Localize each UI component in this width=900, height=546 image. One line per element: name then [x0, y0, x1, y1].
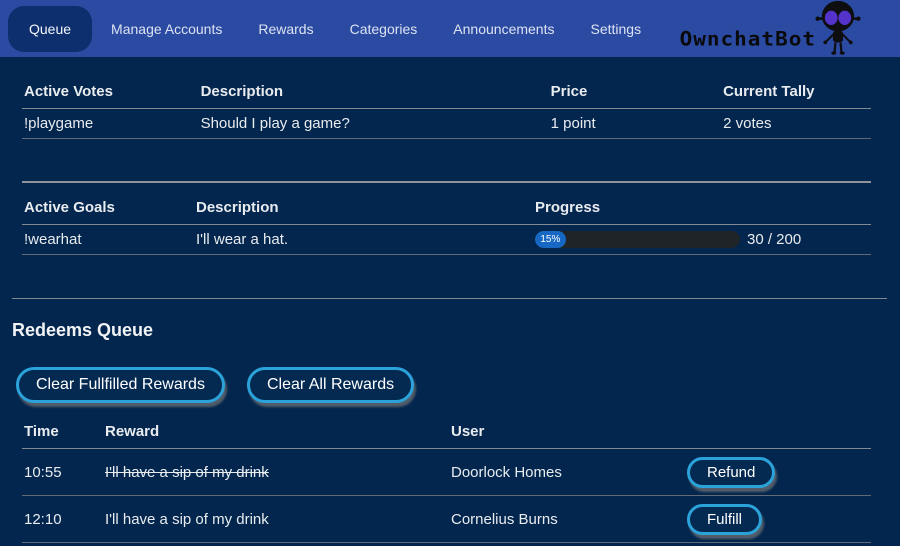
table-row: 12:10 I'll have a sip of my drink Cornel… — [22, 496, 871, 543]
table-row: 10:55 I'll have a sip of my drink Doorlo… — [22, 449, 871, 496]
redeem-user: Doorlock Homes — [449, 449, 685, 496]
tab-manage-accounts[interactable]: Manage Accounts — [94, 12, 239, 46]
clear-fulfilled-rewards-button[interactable]: Clear Fullfilled Rewards — [16, 367, 225, 403]
clear-all-rewards-button[interactable]: Clear All Rewards — [247, 367, 414, 403]
redeems-queue-table: Time Reward User 10:55 I'll have a sip o… — [22, 417, 871, 543]
redeems-col-reward: Reward — [103, 417, 449, 449]
redeem-reward: I'll have a sip of my drink — [103, 496, 449, 543]
redeem-time: 10:55 — [22, 449, 103, 496]
redeems-col-action — [685, 417, 871, 449]
redeems-col-user: User — [449, 417, 685, 449]
section-divider — [12, 298, 887, 299]
vote-description: Should I play a game? — [199, 109, 549, 139]
redeem-reward: I'll have a sip of my drink — [103, 449, 449, 496]
tab-queue[interactable]: Queue — [8, 6, 92, 52]
table-row: !playgame Should I play a game? 1 point … — [22, 109, 871, 139]
active-votes-table: Active Votes Description Price Current T… — [22, 77, 871, 139]
table-row: !wearhat I'll wear a hat. 15% 30 / 200 — [22, 225, 871, 255]
tab-announcements[interactable]: Announcements — [436, 12, 571, 46]
goals-col-progress: Progress — [533, 182, 871, 225]
progress-value-label: 30 / 200 — [747, 231, 801, 248]
main-content: Active Votes Description Price Current T… — [0, 57, 900, 543]
tab-settings[interactable]: Settings — [573, 12, 658, 46]
goals-col-description: Description — [194, 182, 533, 225]
active-goals-table: Active Goals Description Progress !wearh… — [22, 181, 871, 255]
votes-col-description: Description — [199, 77, 549, 109]
redeems-actions: Clear Fullfilled Rewards Clear All Rewar… — [16, 367, 888, 403]
page-title: Redeems Queue — [12, 320, 888, 341]
progress-bar-fill: 15% — [535, 231, 566, 248]
votes-col-price: Price — [549, 77, 721, 109]
goal-progress: 15% 30 / 200 — [535, 231, 869, 248]
active-votes-header-row: Active Votes Description Price Current T… — [22, 77, 871, 109]
vote-price: 1 point — [549, 109, 721, 139]
redeem-time: 12:10 — [22, 496, 103, 543]
vote-command: !playgame — [22, 109, 199, 139]
tab-categories[interactable]: Categories — [333, 12, 435, 46]
votes-col-command: Active Votes — [22, 77, 199, 109]
votes-col-tally: Current Tally — [721, 77, 871, 109]
tab-rewards[interactable]: Rewards — [241, 12, 330, 46]
vote-tally: 2 votes — [721, 109, 871, 139]
active-goals-header-row: Active Goals Description Progress — [22, 182, 871, 225]
redeems-header-row: Time Reward User — [22, 417, 871, 449]
goal-description: I'll wear a hat. — [194, 225, 533, 255]
redeem-user: Cornelius Burns — [449, 496, 685, 543]
goals-col-command: Active Goals — [22, 182, 194, 225]
robot-mascot-icon — [812, 0, 864, 56]
brand-logo: OwnchatBot — [680, 0, 864, 57]
fulfill-button[interactable]: Fulfill — [687, 504, 762, 535]
goal-command: !wearhat — [22, 225, 194, 255]
top-navbar: Queue Manage Accounts Rewards Categories… — [0, 0, 900, 57]
redeems-col-time: Time — [22, 417, 103, 449]
refund-button[interactable]: Refund — [687, 457, 775, 488]
brand-name: OwnchatBot — [680, 30, 816, 49]
progress-bar-track: 15% — [535, 231, 740, 248]
